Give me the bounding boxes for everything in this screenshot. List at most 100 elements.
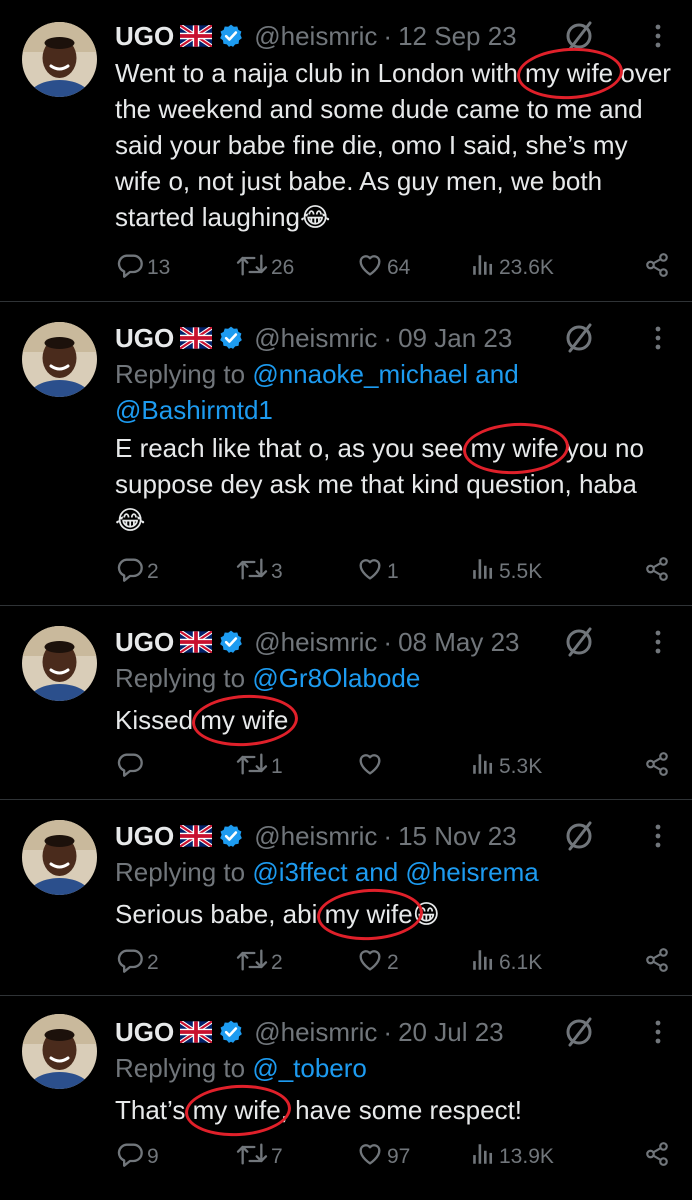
more-options-icon[interactable] [646,20,670,52]
uk-flag-icon [180,327,213,349]
tweet-content: UGO @heismric · 09 Jan 23 Replying to @n… [115,320,672,539]
view-count: 6.1K [499,951,543,974]
replying-to-label: Replying to [115,663,253,693]
tweet-text-before: That’s [115,1095,193,1125]
heart-icon [355,555,387,589]
tweet-text: Went to a naija club in London with my w… [115,55,672,236]
like-count: 2 [387,951,399,974]
retweet-icon [235,555,271,589]
highlighted-text: my wife [325,896,413,932]
display-name[interactable]: UGO [115,21,174,52]
share-button[interactable] [644,252,672,284]
share-button[interactable] [644,556,672,588]
display-name[interactable]: UGO [115,627,174,658]
more-options-icon[interactable] [646,820,670,852]
like-button[interactable]: 1 [355,556,399,588]
tweet-date[interactable]: 09 Jan 23 [398,323,512,354]
reply-button[interactable]: 13 [115,252,170,284]
avatar[interactable] [22,626,97,701]
tweet-date[interactable]: 15 Nov 23 [398,821,517,852]
share-icon [644,750,672,784]
like-button[interactable]: 2 [355,947,399,979]
retweet-count: 1 [271,755,283,778]
replying-to: Replying to @Gr8Olabode [115,660,672,696]
tweet[interactable]: UGO @heismric · 12 Sep 23 Went to a naij… [0,0,692,302]
views-button[interactable]: 5.3K [471,751,542,783]
more-options-icon[interactable] [646,626,670,658]
grok-icon[interactable] [562,320,598,356]
tweet[interactable]: UGO @heismric · 08 May 23 Replying to @G… [0,606,692,800]
tweet-text-before: Went to a naija club in London with [115,58,526,88]
display-name[interactable]: UGO [115,1017,174,1048]
share-button[interactable] [644,751,672,783]
grok-icon[interactable] [562,18,598,54]
tweet-date[interactable]: 08 May 23 [398,627,519,658]
tweet-content: UGO @heismric · 08 May 23 Replying to @G… [115,624,672,738]
user-handle[interactable]: @heismric [254,21,377,52]
reply-mentions[interactable]: @Gr8Olabode [252,663,420,693]
tweet-text-before: Serious babe, abi [115,899,325,929]
retweet-count: 2 [271,951,283,974]
action-bar: 2 3 1 5.5K [115,556,672,588]
reply-button[interactable]: 2 [115,556,159,588]
retweet-icon [235,1140,271,1174]
views-button[interactable]: 13.9K [471,1141,554,1173]
retweet-button[interactable]: 7 [235,1141,283,1173]
retweet-button[interactable]: 26 [235,252,294,284]
share-button[interactable] [644,1141,672,1173]
retweet-button[interactable]: 1 [235,751,283,783]
tweet[interactable]: UGO @heismric · 15 Nov 23 Replying to @i… [0,800,692,996]
uk-flag-icon [180,825,213,847]
tweet-content: UGO @heismric · 15 Nov 23 Replying to @i… [115,818,672,933]
display-name[interactable]: UGO [115,323,174,354]
separator-dot: · [383,1016,393,1047]
avatar[interactable] [22,1014,97,1089]
retweet-count: 7 [271,1145,283,1168]
avatar[interactable] [22,322,97,397]
like-button[interactable]: 97 [355,1141,410,1173]
share-button[interactable] [644,947,672,979]
avatar[interactable] [22,820,97,895]
reply-mentions[interactable]: @_tobero [252,1053,367,1083]
retweet-icon [235,750,271,784]
uk-flag-icon [180,1021,213,1043]
retweet-icon [235,946,271,980]
grok-icon[interactable] [562,624,598,660]
reply-icon [115,251,147,285]
reply-button[interactable] [115,751,147,783]
user-handle[interactable]: @heismric [254,323,377,354]
share-icon [644,1140,672,1174]
verified-badge-icon [218,823,244,849]
user-handle[interactable]: @heismric [254,627,377,658]
views-icon [471,555,499,589]
grok-icon[interactable] [562,1014,598,1050]
reply-button[interactable]: 2 [115,947,159,979]
like-count: 64 [387,256,411,279]
more-options-icon[interactable] [646,1016,670,1048]
grok-icon[interactable] [562,818,598,854]
more-options-icon[interactable] [646,322,670,354]
retweet-button[interactable]: 3 [235,556,283,588]
retweet-button[interactable]: 2 [235,947,283,979]
like-button[interactable] [355,751,387,783]
retweet-count: 26 [271,256,295,279]
views-icon [471,750,499,784]
views-button[interactable]: 5.5K [471,556,542,588]
user-handle[interactable]: @heismric [254,1017,377,1048]
views-button[interactable]: 6.1K [471,947,542,979]
tweet-date[interactable]: 20 Jul 23 [398,1017,504,1048]
tweet[interactable]: UGO @heismric · 09 Jan 23 Replying to @n… [0,302,692,606]
separator-dot: · [383,20,393,51]
user-handle[interactable]: @heismric [254,821,377,852]
view-count: 5.3K [499,755,543,778]
tweet[interactable]: UGO @heismric · 20 Jul 23 Replying to @_… [0,996,692,1200]
emoji: 😂 [115,506,146,536]
like-button[interactable]: 64 [355,252,410,284]
display-name[interactable]: UGO [115,821,174,852]
action-bar: 2 2 2 6.1K [115,947,672,979]
tweet-date[interactable]: 12 Sep 23 [398,21,517,52]
reply-mentions[interactable]: @i3ffect and @heisrema [252,857,538,887]
reply-button[interactable]: 9 [115,1141,159,1173]
views-button[interactable]: 23.6K [471,252,554,284]
avatar[interactable] [22,22,97,97]
